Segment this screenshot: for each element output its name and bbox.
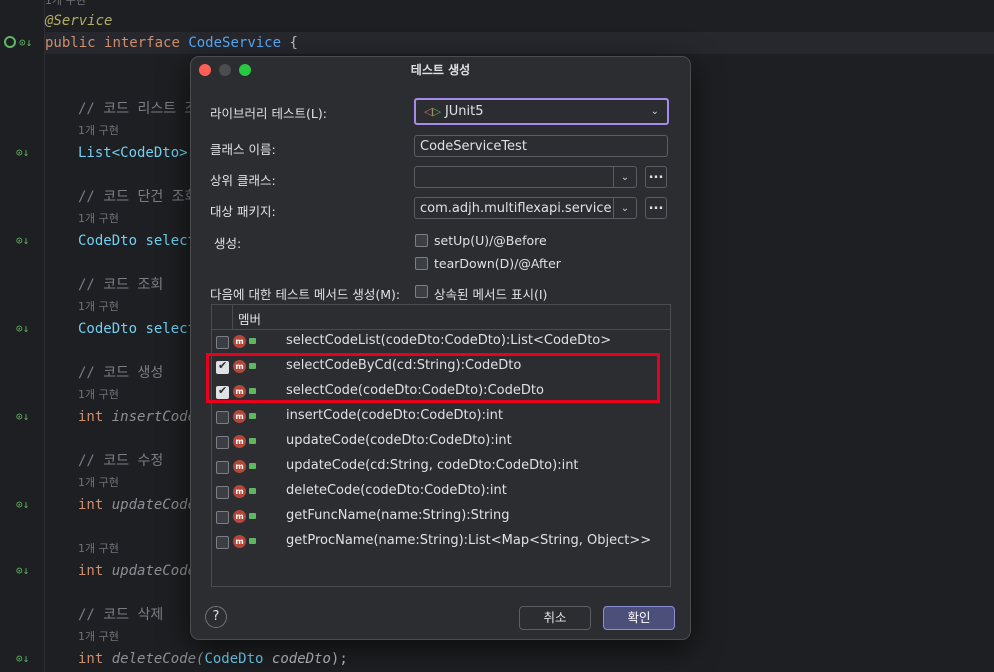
- help-button[interactable]: ?: [205, 606, 227, 628]
- package-browse-button[interactable]: ...: [645, 197, 667, 219]
- setup-checkbox[interactable]: [415, 234, 428, 247]
- method-signature: int updateCode: [78, 497, 197, 513]
- member-signature: updateCode(cd:String, codeDto:CodeDto):i…: [286, 458, 579, 473]
- method-signature: CodeDto select: [78, 233, 197, 249]
- public-access-icon: [249, 413, 256, 419]
- highlight-box: [206, 353, 660, 403]
- package-combo[interactable]: com.adjh.multiflexapi.service ⌄: [414, 197, 637, 219]
- teardown-checkbox[interactable]: [415, 257, 428, 270]
- member-checkbox[interactable]: [216, 511, 229, 524]
- implemented-icon[interactable]: ⊙↓: [16, 498, 30, 512]
- member-row[interactable]: m getProcName(name:String):List<Map<Strin…: [212, 530, 670, 555]
- show-inherited-label: 상속된 메서드 표시(I): [434, 287, 548, 302]
- implementation-hint[interactable]: 1개 구현: [78, 296, 119, 318]
- implementation-hint[interactable]: 1개 구현: [78, 626, 119, 648]
- implemented-icon[interactable]: ⊙↓: [19, 36, 33, 50]
- teardown-label: tearDown(D)/@After: [434, 256, 561, 271]
- member-checkbox[interactable]: [216, 436, 229, 449]
- member-column-header[interactable]: 멤버: [238, 309, 261, 328]
- package-value: com.adjh.multiflexapi.service: [420, 201, 612, 216]
- member-checkbox[interactable]: [216, 411, 229, 424]
- method-signature: List<CodeDto>: [78, 145, 188, 161]
- method-icon: m: [233, 410, 246, 423]
- member-row[interactable]: m updateCode(codeDto:CodeDto):int: [212, 430, 670, 455]
- service-annotation: @Service: [45, 13, 113, 29]
- implemented-icon[interactable]: ⊙↓: [16, 410, 30, 424]
- ok-button[interactable]: 확인: [603, 606, 675, 630]
- library-value: JUnit5: [444, 104, 484, 119]
- member-row[interactable]: m insertCode(codeDto:CodeDto):int: [212, 405, 670, 430]
- method-signature: int insertCode: [78, 409, 197, 425]
- method-signature: int updateCode: [78, 563, 197, 579]
- chevron-down-icon[interactable]: ⌄: [613, 167, 636, 187]
- library-select[interactable]: ◁▷ JUnit5 ⌄: [414, 98, 669, 125]
- public-access-icon: [249, 338, 256, 344]
- member-checkbox[interactable]: [216, 336, 229, 349]
- cancel-button[interactable]: 취소: [519, 606, 591, 630]
- implementation-hint[interactable]: 1개 구현: [78, 208, 119, 230]
- setup-label: setUp(U)/@Before: [434, 233, 547, 248]
- method-icon: m: [233, 435, 246, 448]
- implemented-icon[interactable]: [4, 36, 16, 48]
- chevron-down-icon: ⌄: [650, 106, 659, 117]
- implemented-icon[interactable]: ⊙↓: [16, 652, 30, 666]
- method-icon: m: [233, 335, 246, 348]
- code-comment: // 코드 삭제: [78, 607, 164, 623]
- implemented-icon[interactable]: ⊙↓: [16, 564, 30, 578]
- class-name-input[interactable]: CodeServiceTest: [414, 135, 668, 157]
- implementation-hint[interactable]: 1개 구현: [78, 472, 119, 494]
- method-icon: m: [233, 510, 246, 523]
- chevron-down-icon[interactable]: ⌄: [613, 198, 636, 218]
- code-comment: // 코드 생성: [78, 365, 164, 381]
- interface-declaration: public interface CodeService {: [45, 32, 994, 54]
- method-icon: m: [233, 460, 246, 473]
- code-comment: // 코드 조회: [78, 277, 164, 293]
- member-checkbox[interactable]: [216, 461, 229, 474]
- package-label: 대상 패키지:: [210, 204, 276, 219]
- member-signature: insertCode(codeDto:CodeDto):int: [286, 408, 503, 423]
- member-signature: getProcName(name:String):List<Map<String…: [286, 533, 652, 548]
- member-row[interactable]: m deleteCode(codeDto:CodeDto):int: [212, 480, 670, 505]
- public-access-icon: [249, 488, 256, 494]
- junit-icon: ▷: [432, 105, 441, 118]
- implemented-icon[interactable]: ⊙↓: [16, 234, 30, 248]
- library-label: 라이브러리 테스트(L):: [210, 106, 327, 121]
- superclass-combo[interactable]: ⌄: [414, 166, 637, 188]
- code-comment: // 코드 수정: [78, 453, 164, 469]
- method-icon: m: [233, 535, 246, 548]
- class-name-label: 클래스 이름:: [210, 142, 276, 157]
- member-signature: updateCode(codeDto:CodeDto):int: [286, 433, 512, 448]
- member-row[interactable]: m getFuncName(name:String):String: [212, 505, 670, 530]
- implementation-hint[interactable]: 1개 구현: [78, 384, 119, 406]
- superclass-browse-button[interactable]: ...: [645, 166, 667, 188]
- implementation-hint[interactable]: 1개 구현: [78, 120, 119, 142]
- member-signature: deleteCode(codeDto:CodeDto):int: [286, 483, 507, 498]
- method-signature: CodeDto select: [78, 321, 197, 337]
- public-access-icon: [249, 463, 256, 469]
- dialog-title: 테스트 생성: [410, 63, 471, 77]
- methods-label: 다음에 대한 테스트 메서드 생성(M):: [210, 287, 401, 302]
- show-inherited-checkbox[interactable]: [415, 285, 428, 298]
- code-comment: // 코드 단건 조회: [78, 189, 198, 205]
- method-icon: m: [233, 485, 246, 498]
- public-access-icon: [249, 538, 256, 544]
- superclass-label: 상위 클래스:: [210, 173, 276, 188]
- create-test-dialog: 테스트 생성 라이브러리 테스트(L): ◁▷ JUnit5 ⌄ 클래스 이름: …: [190, 56, 691, 640]
- member-signature: getFuncName(name:String):String: [286, 508, 510, 523]
- member-row[interactable]: m selectCodeList(codeDto:CodeDto):List<Co…: [212, 330, 670, 355]
- member-checkbox[interactable]: [216, 536, 229, 549]
- editor-gutter: ⊙↓ ⊙↓ ⊙↓ ⊙↓ ⊙↓ ⊙↓ ⊙↓ ⊙↓: [0, 0, 45, 672]
- method-signature: int deleteCode(CodeDto codeDto);: [78, 651, 348, 667]
- public-access-icon: [249, 438, 256, 444]
- member-signature: selectCodeList(codeDto:CodeDto):List<Cod…: [286, 333, 612, 348]
- implementation-hint[interactable]: 1개 구현: [78, 538, 119, 560]
- public-access-icon: [249, 513, 256, 519]
- member-checkbox[interactable]: [216, 486, 229, 499]
- table-header: 멤버: [212, 305, 670, 330]
- member-row[interactable]: m updateCode(cd:String, codeDto:CodeDto):…: [212, 455, 670, 480]
- implemented-icon[interactable]: ⊙↓: [16, 146, 30, 160]
- implemented-icon[interactable]: ⊙↓: [16, 322, 30, 336]
- members-table: 멤버 m selectCodeList(codeDto:CodeDto):List…: [211, 304, 671, 587]
- generate-label: 생성:: [214, 236, 242, 251]
